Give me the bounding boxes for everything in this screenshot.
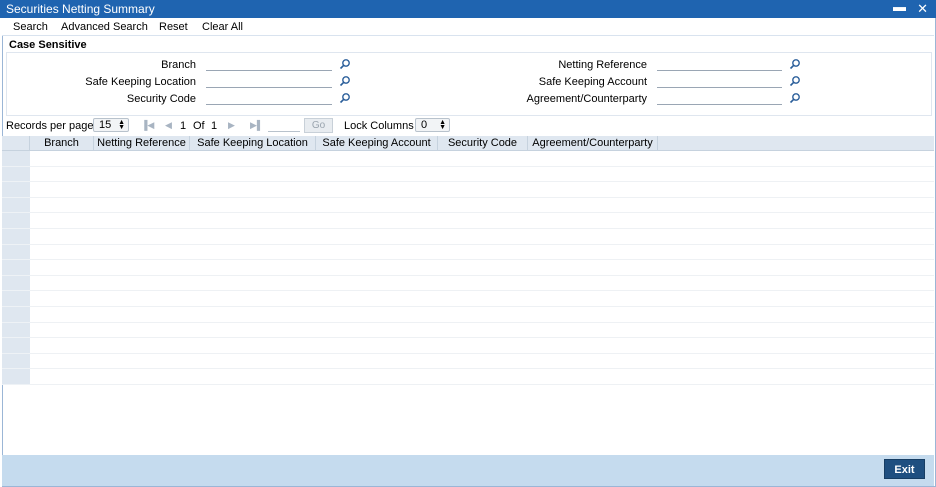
row-selector[interactable]: [2, 244, 30, 261]
safe-keeping-location-input[interactable]: [206, 74, 332, 88]
security-code-input[interactable]: [206, 91, 332, 105]
search-icon[interactable]: [339, 75, 351, 87]
search-icon[interactable]: [789, 58, 801, 70]
agreement-counterparty-label: Agreement/Counterparty: [526, 93, 647, 105]
next-page-icon[interactable]: ▶: [228, 120, 235, 131]
row-selector[interactable]: [2, 151, 30, 167]
go-button[interactable]: Go: [304, 118, 333, 133]
exit-button[interactable]: Exit: [884, 459, 925, 479]
of-label: Of: [193, 120, 205, 132]
close-icon[interactable]: ✕: [917, 1, 928, 17]
spinner-arrows-icon: ▲ ▼: [118, 119, 125, 131]
row-selector[interactable]: [2, 260, 30, 276]
page-number-input[interactable]: [268, 119, 300, 132]
table-row[interactable]: [2, 182, 934, 198]
table-row[interactable]: [2, 322, 934, 339]
table-row[interactable]: [2, 291, 934, 307]
table-row[interactable]: [2, 275, 934, 292]
netting-reference-input[interactable]: [657, 57, 782, 71]
search-icon[interactable]: [789, 75, 801, 87]
column-header-agreement-counterparty[interactable]: Agreement/Counterparty: [528, 136, 658, 151]
row-selector[interactable]: [2, 182, 30, 198]
lock-columns-value: 0: [421, 119, 428, 131]
results-grid: Branch Netting Reference Safe Keeping Lo…: [2, 136, 934, 454]
records-per-page-label: Records per page: [6, 120, 94, 132]
search-button[interactable]: Search: [13, 21, 48, 33]
search-icon[interactable]: [339, 92, 351, 104]
window-title: Securities Netting Summary: [6, 2, 155, 16]
row-selector[interactable]: [2, 307, 30, 323]
branch-input[interactable]: [206, 57, 332, 71]
reset-button[interactable]: Reset: [159, 21, 188, 33]
table-row[interactable]: [2, 369, 934, 385]
row-selector[interactable]: [2, 338, 30, 354]
toolbar: Search Advanced Search Reset Clear All: [2, 18, 934, 36]
safe-keeping-account-label: Safe Keeping Account: [538, 76, 647, 88]
table-row[interactable]: [2, 338, 934, 354]
pager-bar: Records per page 15 ▲ ▼ ▐◀ ◀ 1 Of 1 ▶ ▶▌ …: [0, 117, 936, 135]
branch-label: Branch: [161, 59, 196, 71]
total-pages: 1: [211, 120, 218, 132]
row-selector[interactable]: [2, 166, 30, 183]
column-header-security-code[interactable]: Security Code: [438, 136, 528, 151]
records-per-page-value: 15: [99, 119, 112, 131]
advanced-search-button[interactable]: Advanced Search: [61, 21, 148, 33]
current-page: 1: [180, 120, 187, 132]
safe-keeping-account-input[interactable]: [657, 74, 782, 88]
column-header-safe-keeping-account[interactable]: Safe Keeping Account: [316, 136, 438, 151]
table-row[interactable]: [2, 307, 934, 323]
table-row[interactable]: [2, 244, 934, 261]
agreement-counterparty-input[interactable]: [657, 91, 782, 105]
row-selector[interactable]: [2, 197, 30, 214]
column-header-safe-keeping-location[interactable]: Safe Keeping Location: [190, 136, 316, 151]
grid-header: Branch Netting Reference Safe Keeping Lo…: [2, 136, 934, 151]
lock-columns-label: Lock Columns: [344, 120, 414, 132]
row-selector[interactable]: [2, 229, 30, 245]
row-selector[interactable]: [2, 275, 30, 292]
footer-bar: [2, 455, 934, 486]
row-selector[interactable]: [2, 322, 30, 339]
table-row[interactable]: [2, 353, 934, 370]
search-icon[interactable]: [339, 58, 351, 70]
records-per-page-select[interactable]: 15 ▲ ▼: [93, 118, 129, 132]
lock-columns-select[interactable]: 0 ▲ ▼: [415, 118, 450, 132]
table-row[interactable]: [2, 260, 934, 276]
table-row[interactable]: [2, 197, 934, 214]
table-row[interactable]: [2, 229, 934, 245]
search-icon[interactable]: [789, 92, 801, 104]
row-selector[interactable]: [2, 353, 30, 370]
row-selector[interactable]: [2, 291, 30, 307]
table-row[interactable]: [2, 213, 934, 229]
clear-all-button[interactable]: Clear All: [202, 21, 243, 33]
last-page-icon[interactable]: ▶▌: [250, 120, 263, 131]
safe-keeping-location-label: Safe Keeping Location: [85, 76, 196, 88]
table-row[interactable]: [2, 151, 934, 167]
first-page-icon[interactable]: ▐◀: [141, 120, 154, 131]
row-selector[interactable]: [2, 213, 30, 229]
select-all-header[interactable]: [2, 136, 30, 151]
previous-page-icon[interactable]: ◀: [165, 120, 172, 131]
column-header-netting-reference[interactable]: Netting Reference: [94, 136, 190, 151]
column-header-branch[interactable]: Branch: [30, 136, 94, 151]
spinner-arrows-icon: ▲ ▼: [439, 119, 446, 131]
minimize-icon[interactable]: ▬: [893, 0, 906, 14]
table-row[interactable]: [2, 166, 934, 183]
title-bar: Securities Netting Summary ▬ ✕: [0, 0, 936, 18]
netting-reference-label: Netting Reference: [558, 59, 647, 71]
security-code-label: Security Code: [126, 93, 196, 105]
case-sensitive-label: Case Sensitive: [9, 39, 87, 51]
row-selector[interactable]: [2, 369, 30, 385]
